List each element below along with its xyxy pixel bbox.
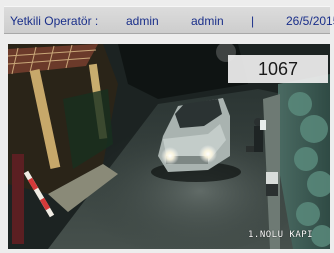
vehicle-counter: 1067 xyxy=(228,55,328,83)
camera-label: 1.NOLU KAPI xyxy=(248,230,314,240)
operator-label: Yetkili Operatör : xyxy=(10,14,99,28)
status-separator: | xyxy=(251,14,255,28)
camera-feed[interactable]: 1067 1.NOLU KAPI xyxy=(8,44,330,249)
operator-user: admin xyxy=(126,14,159,28)
trash-bin xyxy=(266,172,278,186)
trash-bin-base xyxy=(266,184,278,196)
status-date: 26/5/2015 xyxy=(286,14,334,28)
app-window: Yetkili Operatör : admin admin | 26/5/20… xyxy=(0,0,334,253)
status-bar: Yetkili Operatör : admin admin | 26/5/20… xyxy=(4,6,334,34)
operator-name: admin xyxy=(191,14,224,28)
